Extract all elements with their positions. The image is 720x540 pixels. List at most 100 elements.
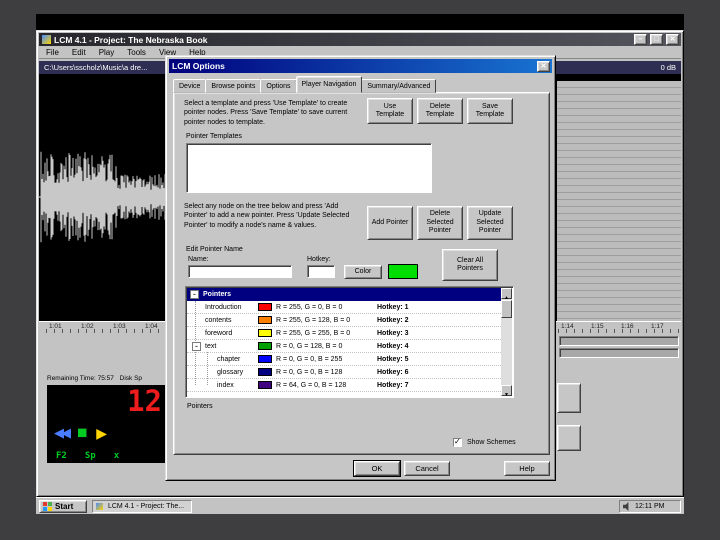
tab-player-navigation[interactable]: Player Navigation bbox=[295, 76, 363, 93]
tree-row[interactable]: foreword R = 255, G = 255, B = 0 Hotkey:… bbox=[187, 327, 501, 340]
pointer-name-input[interactable] bbox=[188, 265, 292, 278]
menu-tools[interactable]: Tools bbox=[127, 48, 146, 57]
remaining-time-label: Remaining Time: 75:57 bbox=[47, 375, 114, 382]
options-dialog: LCM Options ✕ Device Browse points Optio… bbox=[165, 55, 556, 481]
scroll-up-icon[interactable] bbox=[501, 288, 512, 299]
pointer-rgb: R = 0, G = 128, B = 0 bbox=[276, 343, 343, 350]
pointer-hotkey: Hotkey: 5 bbox=[377, 356, 409, 363]
pointer-color-chip bbox=[258, 303, 272, 311]
speaker-icon bbox=[623, 502, 629, 511]
transport-panel: Remaining Time: 75:57 Disk Sp 12 ◀◀ ■ ▶ … bbox=[47, 373, 167, 463]
pointer-rgb: R = 255, G = 255, B = 0 bbox=[276, 330, 351, 337]
pointer-name: Introduction bbox=[205, 304, 242, 311]
windows-logo-icon bbox=[43, 502, 52, 511]
help-button[interactable]: Help bbox=[504, 461, 550, 476]
tree-row[interactable]: glossary R = 0, G = 0, B = 128 Hotkey: 6 bbox=[187, 366, 501, 379]
system-tray: 12:11 PM bbox=[619, 500, 681, 513]
key-label: x bbox=[113, 450, 120, 461]
play-icon[interactable]: ▶ bbox=[96, 425, 107, 442]
start-button[interactable]: Start bbox=[39, 500, 87, 513]
cancel-button[interactable]: Cancel bbox=[404, 461, 450, 476]
show-checkbox-row: Show Schemes bbox=[453, 437, 516, 447]
pointer-name: chapter bbox=[217, 356, 241, 363]
tab-page: Select a template and press 'Use Templat… bbox=[173, 92, 550, 455]
maximize-button[interactable]: □ bbox=[650, 34, 663, 45]
taskbar-app-icon bbox=[96, 502, 103, 510]
pointer-hotkey-input[interactable] bbox=[307, 265, 335, 278]
side-button[interactable] bbox=[557, 425, 581, 451]
collapse-icon[interactable] bbox=[190, 288, 199, 301]
app-title: LCM 4.1 - Project: The Nebraska Book bbox=[54, 34, 208, 45]
pointer-hotkey: Hotkey: 6 bbox=[377, 369, 409, 376]
hotkey-label: Hotkey: bbox=[307, 256, 331, 263]
tree-row[interactable]: contents R = 255, G = 128, B = 0 Hotkey:… bbox=[187, 314, 501, 327]
pointer-hotkey: Hotkey: 7 bbox=[377, 382, 409, 389]
tree-root-label: Pointers bbox=[203, 291, 232, 298]
pointer-color-chip bbox=[258, 316, 272, 324]
rewind-icon[interactable]: ◀◀ bbox=[54, 425, 71, 441]
taskbar: Start LCM 4.1 - Project: The... 12:11 PM bbox=[36, 497, 684, 514]
tab-summary-advanced[interactable]: Summary/Advanced bbox=[361, 79, 437, 93]
disk-space-label: Disk Sp bbox=[119, 375, 143, 382]
color-button[interactable]: Color bbox=[344, 265, 382, 279]
save-template-button[interactable]: Save Template bbox=[467, 98, 513, 124]
pointer-color-chip bbox=[258, 329, 272, 337]
stage: LCM 4.1 - Project: The Nebraska Book – □… bbox=[0, 0, 720, 540]
tree-root-row[interactable]: Pointers bbox=[187, 288, 501, 301]
pointer-rgb: R = 0, G = 0, B = 128 bbox=[276, 369, 343, 376]
tree-row[interactable]: chapter R = 0, G = 0, B = 255 Hotkey: 5 bbox=[187, 353, 501, 366]
minimize-button[interactable]: – bbox=[634, 34, 647, 45]
menu-file[interactable]: File bbox=[46, 48, 59, 57]
scroll-down-icon[interactable] bbox=[501, 385, 512, 396]
start-label: Start bbox=[55, 501, 74, 511]
file-path: C:\Users\sscholz\Music\a dre... bbox=[44, 63, 148, 72]
pointer-name: text bbox=[205, 343, 217, 350]
dialog-close-button[interactable]: ✕ bbox=[537, 60, 550, 72]
pointer-color-chip bbox=[258, 355, 272, 363]
delete-template-button[interactable]: Delete Template bbox=[417, 98, 463, 124]
stop-icon[interactable]: ■ bbox=[77, 423, 87, 443]
pointer-instructions: Select any node on the tree below and pr… bbox=[184, 203, 350, 229]
tab-options[interactable]: Options bbox=[260, 79, 297, 93]
clear-pointers-button[interactable]: Clear All Pointers bbox=[442, 249, 498, 281]
tree-row[interactable]: text R = 0, G = 128, B = 0 Hotkey: 4 bbox=[187, 340, 501, 353]
close-button[interactable]: ✕ bbox=[666, 34, 679, 45]
tree-scrollbar[interactable] bbox=[501, 288, 512, 396]
tree-row[interactable]: index R = 64, G = 0, B = 128 Hotkey: 7 bbox=[187, 379, 501, 392]
collapse-icon[interactable] bbox=[192, 340, 201, 353]
pointers-label: Pointers bbox=[187, 403, 213, 410]
add-pointer-button[interactable]: Add Pointer bbox=[367, 206, 413, 240]
pointer-tree[interactable]: Pointers Introduction R = 255, G = 0, B … bbox=[185, 286, 514, 398]
transport-buttons: ◀◀ ■ ▶ bbox=[47, 418, 167, 448]
waveform bbox=[39, 151, 169, 243]
color-swatch bbox=[388, 264, 418, 279]
db-level-label: 0 dB bbox=[660, 63, 676, 72]
scroll-thumb[interactable] bbox=[501, 300, 512, 318]
pointer-rgb: R = 255, G = 128, B = 0 bbox=[276, 317, 351, 324]
pointer-name: glossary bbox=[217, 369, 244, 376]
dialog-titlebar: LCM Options ✕ bbox=[169, 59, 552, 73]
key-label: Sp bbox=[84, 450, 96, 461]
pointer-hotkey: Hotkey: 4 bbox=[377, 343, 409, 350]
tray-clock: 12:11 PM bbox=[635, 503, 665, 510]
ok-button[interactable]: OK bbox=[353, 460, 401, 477]
show-checkbox[interactable] bbox=[453, 437, 462, 447]
taskbar-app-button[interactable]: LCM 4.1 - Project: The... bbox=[92, 500, 192, 513]
hotkey-strip: F2 Sp x bbox=[47, 448, 167, 463]
pointer-name: foreword bbox=[205, 330, 233, 337]
level-meter bbox=[559, 336, 679, 346]
tree-row[interactable]: Introduction R = 255, G = 0, B = 0 Hotke… bbox=[187, 301, 501, 314]
app-icon bbox=[42, 35, 51, 44]
menu-play[interactable]: Play bbox=[99, 48, 115, 57]
tab-browse-points[interactable]: Browse points bbox=[205, 79, 262, 93]
side-button[interactable] bbox=[557, 383, 581, 413]
edit-pointer-group-label: Edit Pointer Name bbox=[186, 246, 243, 253]
delete-pointer-button[interactable]: Delete Selected Pointer bbox=[417, 206, 463, 240]
pointer-templates-list[interactable] bbox=[186, 143, 432, 193]
use-template-button[interactable]: Use Template bbox=[367, 98, 413, 124]
level-meter bbox=[559, 348, 679, 358]
update-pointer-button[interactable]: Update Selected Pointer bbox=[467, 206, 513, 240]
pointer-rgb: R = 64, G = 0, B = 128 bbox=[276, 382, 347, 389]
tab-device[interactable]: Device bbox=[173, 79, 207, 93]
menu-edit[interactable]: Edit bbox=[72, 48, 86, 57]
